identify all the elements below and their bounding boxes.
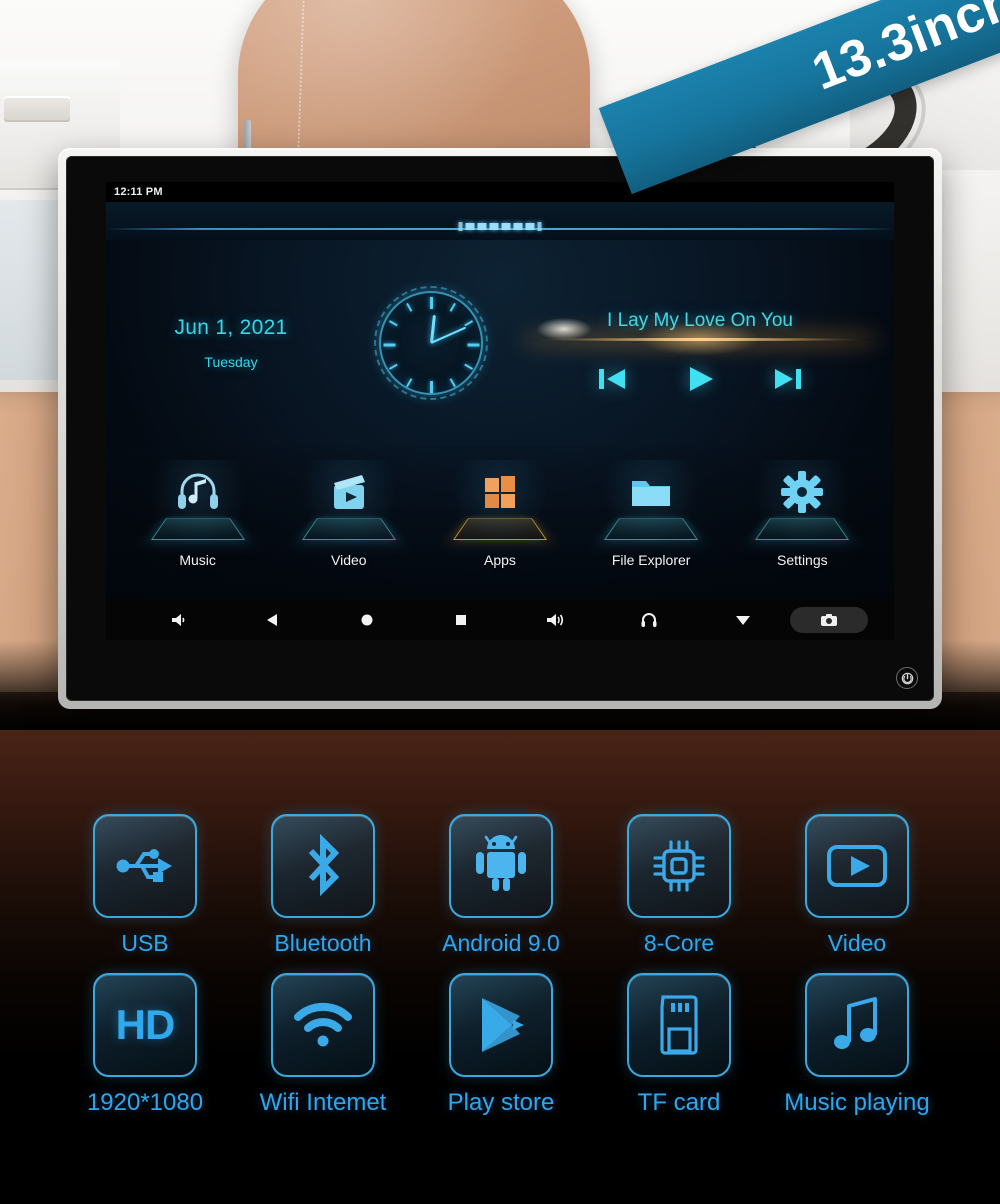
feature-label: Bluetooth: [274, 930, 372, 956]
app-grid-box-icon: [474, 466, 526, 518]
icon-plinth: [755, 518, 850, 540]
home-button[interactable]: [320, 613, 414, 627]
home-hero-area: Jun 1, 2021 Tuesday I Lay My Love On You: [106, 240, 894, 446]
play-button[interactable]: [685, 364, 715, 394]
feature-label: Play store: [447, 1089, 555, 1116]
music-note-icon: [834, 997, 877, 1049]
car-interior-photo: 12:11 PM Jun 1, 2021 Tuesday I Lay My Lo…: [0, 0, 1000, 730]
monitor-bezel: 12:11 PM Jun 1, 2021 Tuesday I Lay My Lo…: [66, 156, 934, 701]
feature-wifi[interactable]: Wifi Intemet: [234, 973, 412, 1117]
cpu-chip-icon: [653, 840, 705, 892]
feature-tile[interactable]: [627, 973, 731, 1077]
feature-tile[interactable]: [627, 814, 731, 918]
power-icon[interactable]: [896, 667, 918, 689]
app-shortcut-video[interactable]: Video: [283, 460, 415, 568]
status-bar: 12:11 PM: [106, 182, 894, 202]
movie-clapper-icon: [323, 466, 375, 518]
lcd-screen: 12:11 PM Jun 1, 2021 Tuesday I Lay My Lo…: [106, 182, 894, 640]
feature-video[interactable]: Video: [768, 814, 946, 957]
gear-icon: [776, 466, 828, 518]
hud-dashes: [458, 222, 542, 231]
usb-icon: [116, 849, 172, 882]
feature-label: 8-Core: [643, 930, 715, 956]
icon-plinth: [150, 518, 245, 540]
app-label: Music: [179, 552, 216, 568]
feature-tile[interactable]: [93, 814, 197, 918]
feature-usb[interactable]: USB: [56, 814, 234, 957]
app-label: Apps: [484, 552, 516, 568]
feature-grid: USB Bluetooth Android 9.0 8-Core Video H…: [56, 814, 946, 1117]
feature-play-store[interactable]: Play store: [412, 973, 590, 1117]
wifi-icon: [294, 1002, 352, 1047]
icon-plinth: [301, 518, 396, 540]
video-play-icon: [827, 845, 887, 887]
feature-label: Music playing: [784, 1089, 930, 1116]
system-navigation-bar: [106, 600, 894, 640]
feature-tile[interactable]: [271, 814, 375, 918]
headrest-monitor: 12:11 PM Jun 1, 2021 Tuesday I Lay My Lo…: [58, 148, 942, 709]
camera-icon: [821, 614, 837, 626]
back-button[interactable]: [226, 613, 320, 627]
analog-clock-widget: [356, 286, 506, 400]
icon-plinth: [452, 518, 547, 540]
headphones-music-icon: [172, 466, 224, 518]
feature-label: USB: [121, 930, 169, 956]
bluetooth-icon: [308, 833, 340, 897]
product-marketing-page: 12:11 PM Jun 1, 2021 Tuesday I Lay My Lo…: [0, 0, 1000, 1204]
feature-music-playing[interactable]: Music playing: [768, 973, 946, 1117]
volume-down-button[interactable]: [132, 612, 226, 628]
app-label: Video: [331, 552, 367, 568]
analog-clock-icon: [374, 286, 488, 400]
feature-tile[interactable]: HD: [93, 973, 197, 1077]
feature-android[interactable]: Android 9.0: [412, 814, 590, 957]
music-player-widget: I Lay My Love On You: [506, 292, 894, 394]
screenshot-button[interactable]: [790, 607, 868, 633]
next-track-button[interactable]: [773, 365, 803, 393]
recents-button[interactable]: [414, 613, 508, 627]
player-controls: [506, 364, 894, 394]
app-shortcut-file-explorer[interactable]: File Explorer: [585, 460, 717, 568]
app-shortcut-settings[interactable]: Settings: [736, 460, 868, 568]
feature-bluetooth[interactable]: Bluetooth: [234, 814, 412, 957]
folder-icon: [625, 466, 677, 518]
feature-tile[interactable]: [271, 973, 375, 1077]
headphone-button[interactable]: [602, 612, 696, 628]
volume-up-button[interactable]: [508, 612, 602, 628]
hud-decoration-strip: [106, 202, 894, 240]
feature-tile[interactable]: [805, 814, 909, 918]
feature-label: TF card: [637, 1089, 721, 1116]
date-text: Jun 1, 2021: [174, 316, 288, 339]
previous-track-button[interactable]: [597, 365, 627, 393]
app-shortcut-row: Music Video Apps File Explorer Settings: [106, 446, 894, 618]
hide-navbar-button[interactable]: [696, 614, 790, 626]
feature-highlights-section: USB Bluetooth Android 9.0 8-Core Video H…: [0, 730, 1000, 1204]
android-icon: [476, 835, 526, 891]
lens-flare-core: [640, 322, 760, 356]
app-shortcut-music[interactable]: Music: [132, 460, 264, 568]
date-widget: Jun 1, 2021 Tuesday: [106, 316, 356, 370]
sd-card-icon: [660, 995, 698, 1055]
status-bar-clock: 12:11 PM: [114, 186, 163, 198]
feature-8-core[interactable]: 8-Core: [590, 814, 768, 957]
app-label: Settings: [777, 552, 828, 568]
feature-label: 1920*1080: [86, 1089, 204, 1116]
app-label: File Explorer: [611, 552, 691, 568]
icon-plinth: [604, 518, 699, 540]
app-shortcut-apps[interactable]: Apps: [434, 460, 566, 568]
play-store-icon: [482, 998, 524, 1052]
feature-tile[interactable]: [805, 973, 909, 1077]
weekday-text: Tuesday: [204, 354, 258, 370]
air-vent: [4, 96, 70, 122]
hd-icon: HD: [115, 1001, 176, 1048]
feature-tile[interactable]: [449, 814, 553, 918]
feature-label: Video: [827, 930, 887, 956]
clock-minute-hand: [430, 326, 467, 344]
feature-label: Wifi Intemet: [259, 1089, 387, 1116]
feature-tf-card[interactable]: TF card: [590, 973, 768, 1117]
feature-label: Android 9.0: [442, 930, 560, 956]
feature-tile[interactable]: [449, 973, 553, 1077]
feature-resolution[interactable]: HD 1920*1080: [56, 973, 234, 1117]
